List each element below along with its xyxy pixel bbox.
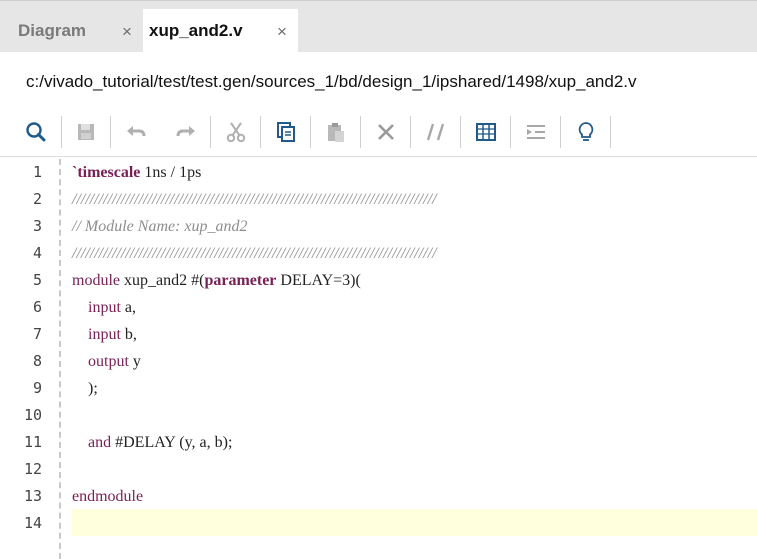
toolbar-divider bbox=[0, 156, 757, 157]
line-number: 9 bbox=[32, 379, 42, 397]
code-token: ////////////////////////////////////////… bbox=[72, 245, 437, 262]
code-token: input bbox=[88, 299, 121, 316]
line-number: 6 bbox=[32, 298, 42, 316]
search-icon[interactable] bbox=[21, 114, 51, 150]
line-number: 1 bbox=[32, 163, 42, 181]
code-token: a, bbox=[120, 299, 136, 316]
close-icon[interactable]: × bbox=[122, 22, 132, 42]
code-token: and bbox=[88, 434, 112, 451]
code-token: endmodule bbox=[72, 488, 144, 505]
code-token: 1ns / 1ps bbox=[140, 164, 202, 181]
code-line[interactable]: ////////////////////////////////////////… bbox=[72, 186, 437, 213]
code-line[interactable]: ); bbox=[72, 375, 98, 402]
toolbar-separator bbox=[560, 116, 561, 148]
line-number: 8 bbox=[32, 352, 42, 370]
code-line[interactable]: input b, bbox=[72, 321, 137, 348]
cut-icon[interactable] bbox=[221, 114, 251, 150]
code-token: parameter bbox=[204, 272, 277, 289]
line-number: 5 bbox=[32, 271, 42, 289]
toolbar-separator bbox=[460, 116, 461, 148]
file-path: c:/vivado_tutorial/test/test.gen/sources… bbox=[26, 72, 637, 91]
redo-icon[interactable] bbox=[171, 114, 201, 150]
line-number: 7 bbox=[32, 325, 42, 343]
gutter-divider bbox=[59, 159, 61, 559]
code-token: // Module Name: xup_and2 bbox=[72, 218, 248, 235]
line-number: 11 bbox=[23, 433, 42, 451]
code-token: module bbox=[72, 272, 120, 289]
paste-icon[interactable] bbox=[321, 114, 351, 150]
toolbar-separator bbox=[410, 116, 411, 148]
tab-label: xup_and2.v bbox=[149, 21, 243, 40]
line-number: 2 bbox=[32, 190, 42, 208]
code-token: timescale bbox=[77, 164, 141, 181]
current-line-highlight bbox=[72, 509, 757, 536]
toolbar-separator bbox=[310, 116, 311, 148]
line-number: 3 bbox=[32, 217, 42, 235]
delete-icon[interactable] bbox=[371, 114, 401, 150]
line-number: 4 bbox=[32, 244, 42, 262]
line-number: 14 bbox=[23, 514, 42, 532]
code-line[interactable]: input a, bbox=[72, 294, 136, 321]
lightbulb-icon[interactable] bbox=[571, 114, 601, 150]
toolbar-separator bbox=[360, 116, 361, 148]
tab-label: Diagram bbox=[18, 21, 87, 40]
code-token: #DELAY (y, a, b); bbox=[111, 434, 233, 451]
code-line[interactable]: endmodule bbox=[72, 483, 143, 510]
toolbar-separator bbox=[210, 116, 211, 148]
code-token: DELAY=3)( bbox=[276, 272, 361, 289]
code-token: b, bbox=[120, 326, 137, 343]
toolbar-separator bbox=[510, 116, 511, 148]
editor-toolbar bbox=[0, 110, 757, 156]
code-token: xup_and2 #( bbox=[120, 272, 205, 289]
code-token: y bbox=[128, 353, 141, 370]
toolbar-separator bbox=[61, 116, 62, 148]
code-token: ); bbox=[72, 380, 98, 397]
code-token: input bbox=[88, 326, 121, 343]
code-line[interactable]: module xup_and2 #(parameter DELAY=3)( bbox=[72, 267, 361, 294]
code-line[interactable]: `timescale 1ns / 1ps bbox=[72, 159, 201, 186]
toolbar-separator bbox=[110, 116, 111, 148]
copy-icon[interactable] bbox=[271, 114, 301, 150]
line-number: 10 bbox=[23, 406, 42, 424]
tab-diagram[interactable]: Diagram × bbox=[8, 9, 143, 53]
code-line[interactable]: ////////////////////////////////////////… bbox=[72, 240, 437, 267]
code-line[interactable]: // Module Name: xup_and2 bbox=[72, 213, 248, 240]
close-icon[interactable]: × bbox=[277, 22, 287, 42]
toolbar-separator bbox=[260, 116, 261, 148]
toolbar-separator bbox=[610, 116, 611, 148]
save-icon[interactable] bbox=[71, 114, 101, 150]
line-number: 12 bbox=[23, 460, 42, 478]
line-number: 13 bbox=[23, 487, 42, 505]
code-editor[interactable]: 1 `timescale 1ns / 1ps 2 //////////////////… bbox=[0, 159, 757, 559]
code-token: ////////////////////////////////////////… bbox=[72, 191, 437, 208]
indent-icon[interactable] bbox=[521, 114, 551, 150]
code-token: output bbox=[88, 353, 129, 370]
comment-icon[interactable] bbox=[421, 114, 451, 150]
tab-bar: Diagram × xup_and2.v × bbox=[0, 0, 757, 53]
code-line[interactable]: and #DELAY (y, a, b); bbox=[72, 429, 232, 456]
undo-icon[interactable] bbox=[121, 114, 151, 150]
column-icon[interactable] bbox=[471, 114, 501, 150]
code-line[interactable]: output y bbox=[72, 348, 141, 375]
tab-xup-and2[interactable]: xup_and2.v × bbox=[143, 9, 298, 53]
